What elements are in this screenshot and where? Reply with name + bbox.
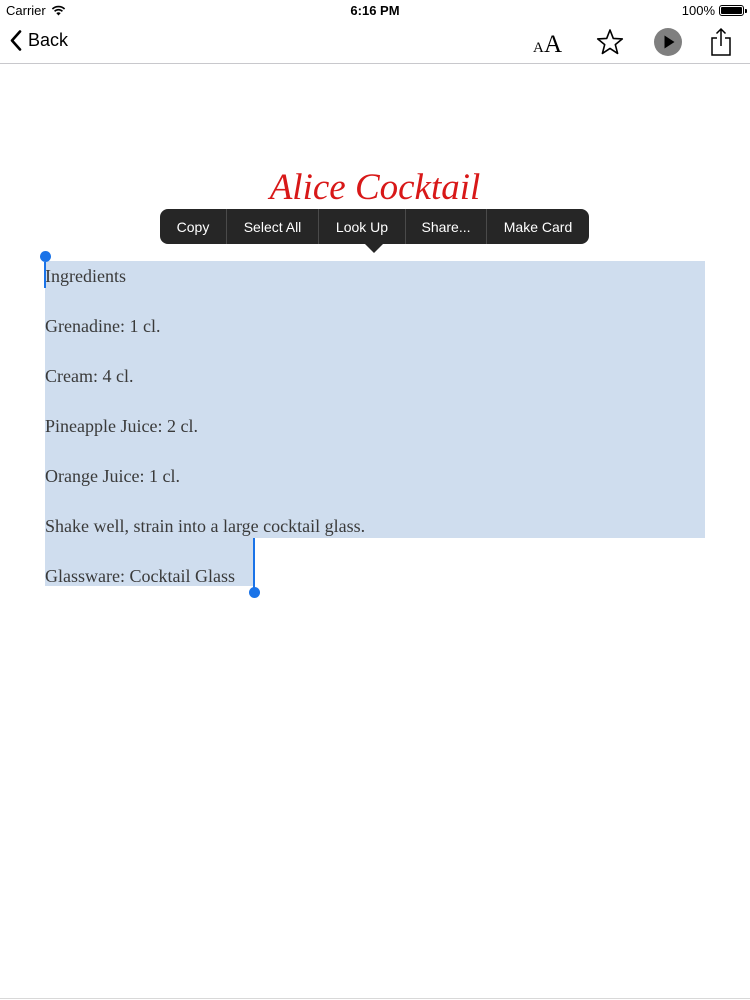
font-size-icon: A A	[533, 31, 562, 55]
ingredient-line: Grenadine: 1 cl.	[45, 316, 161, 336]
ingredient-line: Pineapple Juice: 2 cl.	[45, 416, 198, 436]
selection-end-caret	[253, 538, 255, 588]
font-size-button[interactable]: A A	[532, 26, 568, 58]
svg-text:A: A	[544, 31, 562, 55]
battery-icon	[719, 5, 747, 16]
ingredients-heading: Ingredients	[45, 266, 126, 286]
back-button[interactable]: Back	[10, 30, 68, 51]
svg-text:A: A	[533, 40, 544, 55]
back-label: Back	[28, 30, 69, 50]
status-time: 6:16 PM	[350, 3, 400, 18]
navigation-bar: Back A A	[0, 22, 750, 64]
status-bar: Carrier 6:16 PM 100%	[0, 0, 750, 22]
selection-start-handle[interactable]	[40, 251, 51, 262]
recipe-content: Ingredients Grenadine: 1 cl. Cream: 4 cl…	[45, 264, 705, 614]
star-icon	[596, 29, 624, 55]
menu-select-all-button[interactable]: Select All	[227, 209, 319, 244]
chevron-left-icon	[10, 30, 22, 51]
selection-start-caret	[44, 262, 46, 288]
context-menu-arrow	[365, 244, 383, 253]
play-button[interactable]	[652, 26, 684, 58]
bottom-divider	[0, 998, 750, 999]
menu-share-button[interactable]: Share...	[406, 209, 487, 244]
edit-context-menu: Copy Select All Look Up Share... Make Ca…	[160, 209, 589, 244]
menu-make-card-button[interactable]: Make Card	[487, 209, 589, 244]
favorite-button[interactable]	[594, 26, 626, 58]
page-title: Alice Cocktail	[269, 167, 481, 208]
battery-percent: 100%	[681, 3, 715, 18]
menu-copy-button[interactable]: Copy	[160, 209, 227, 244]
glassware-line: Glassware: Cocktail Glass	[45, 566, 235, 586]
play-icon	[654, 28, 682, 56]
share-icon	[711, 27, 731, 56]
ingredient-line: Cream: 4 cl.	[45, 366, 134, 386]
share-button[interactable]	[705, 26, 737, 58]
menu-look-up-button[interactable]: Look Up	[319, 209, 406, 244]
selection-end-handle[interactable]	[249, 587, 260, 598]
ingredient-line: Orange Juice: 1 cl.	[45, 466, 180, 486]
status-right: 100%	[681, 3, 747, 18]
instructions-line: Shake well, strain into a large cocktail…	[45, 516, 366, 536]
